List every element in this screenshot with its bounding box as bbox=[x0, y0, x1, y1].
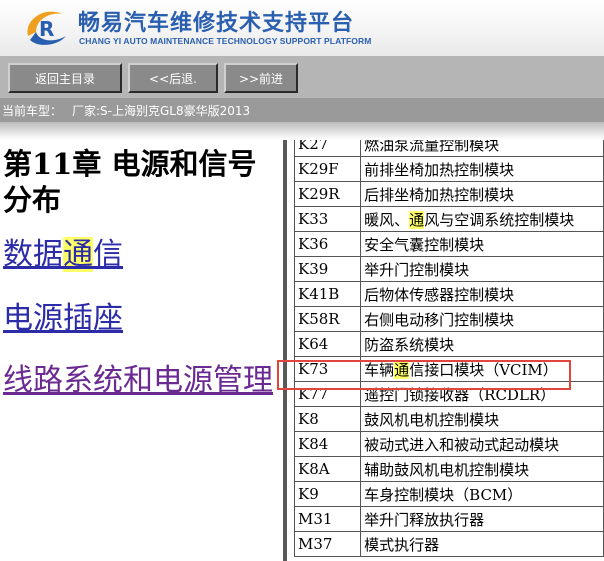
component-code: M37 bbox=[294, 531, 362, 557]
table-row: K8A 辅助鼓风机电机控制模块 bbox=[294, 456, 604, 482]
component-code: K77 bbox=[294, 381, 362, 407]
component-code: K33 bbox=[294, 206, 362, 232]
app-header: R 畅易汽车维修技术支持平台 CHANG YI AUTO MAINTENANCE… bbox=[0, 0, 604, 56]
vehicle-label: 当前车型： bbox=[2, 103, 63, 118]
table-row: K9 车身控制模块（BCM） bbox=[294, 481, 604, 507]
table-row: M31 举升门释放执行器 bbox=[294, 506, 604, 532]
component-code: K8A bbox=[294, 456, 362, 482]
component-code: K58R bbox=[294, 306, 362, 332]
table-row: K8 鼓风机电机控制模块 bbox=[294, 406, 604, 432]
component-description: 后排坐椅加热控制模块 bbox=[360, 181, 604, 207]
link-data-communication[interactable]: 数据通信 bbox=[3, 236, 281, 274]
table-row: K36 安全气囊控制模块 bbox=[294, 231, 604, 257]
table-row: K27 燃油泵流量控制模块 bbox=[294, 140, 604, 157]
component-description: 模式执行器 bbox=[360, 531, 604, 557]
table-row: K41B 后物体传感器控制模块 bbox=[294, 281, 604, 307]
table-row: K84 被动式进入和被动式起动模块 bbox=[294, 431, 604, 457]
table-row: K58R 右侧电动移门控制模块 bbox=[294, 306, 604, 332]
brand-title: 畅易汽车维修技术支持平台 bbox=[78, 11, 355, 36]
component-description: 燃油泵流量控制模块 bbox=[360, 140, 604, 157]
table-row: M37 模式执行器 bbox=[294, 531, 604, 557]
component-description: 鼓风机电机控制模块 bbox=[360, 406, 604, 432]
component-description: 举升门释放执行器 bbox=[360, 506, 604, 532]
svg-text:R: R bbox=[39, 17, 54, 41]
component-code: K27 bbox=[294, 140, 362, 157]
component-description: 遥控门锁接收器（RCDLR） bbox=[360, 381, 604, 407]
component-description: 被动式进入和被动式起动模块 bbox=[360, 431, 604, 457]
component-code: K41B bbox=[294, 281, 362, 307]
table-row: K29R 后排坐椅加热控制模块 bbox=[294, 181, 604, 207]
left-pane: 第11章 电源和信号分布 数据通信 电源插座 线路系统和电源管理 bbox=[0, 140, 283, 561]
back-button[interactable]: <<后退. bbox=[128, 63, 218, 93]
table-row: K73 车辆通信接口模块（VCIM） bbox=[294, 356, 604, 382]
component-table: K27 燃油泵流量控制模块 K29F 前排坐椅加热控制模块 K29R 后排坐椅加热控制模块… bbox=[294, 140, 604, 557]
table-row: K77 遥控门锁接收器（RCDLR） bbox=[294, 381, 604, 407]
forward-button[interactable]: >>前进 bbox=[224, 63, 298, 93]
vehicle-info-bar: 当前车型： 厂家:S-上海别克GL8豪华版2013 bbox=[0, 98, 604, 122]
component-description: 防盗系统模块 bbox=[360, 331, 604, 357]
component-description: 车身控制模块（BCM） bbox=[360, 481, 604, 507]
bar-shadow bbox=[0, 122, 604, 140]
home-button[interactable]: 返回主目录 bbox=[8, 63, 122, 93]
component-code: K29F bbox=[294, 156, 362, 182]
component-description: 辅助鼓风机电机控制模块 bbox=[360, 456, 604, 482]
right-pane: K27 燃油泵流量控制模块 K29F 前排坐椅加热控制模块 K29R 后排坐椅加热控制模块… bbox=[294, 140, 604, 561]
link-wiring-power-management[interactable]: 线路系统和电源管理 bbox=[3, 362, 281, 400]
component-code: K73 bbox=[294, 356, 362, 382]
component-description: 前排坐椅加热控制模块 bbox=[360, 156, 604, 182]
table-row: K29F 前排坐椅加热控制模块 bbox=[294, 156, 604, 182]
component-description: 后物体传感器控制模块 bbox=[360, 281, 604, 307]
component-description: 右侧电动移门控制模块 bbox=[360, 306, 604, 332]
table-row: K33 暖风、通风与空调系统控制模块 bbox=[294, 206, 604, 232]
cy-r-logo-icon: R bbox=[27, 11, 66, 45]
component-code: K64 bbox=[294, 331, 362, 357]
component-code: K84 bbox=[294, 431, 362, 457]
brand-subtitle: CHANG YI AUTO MAINTENANCE TECHNOLOGY SUP… bbox=[79, 36, 372, 46]
component-description: 举升门控制模块 bbox=[360, 256, 604, 282]
component-description: 安全气囊控制模块 bbox=[360, 231, 604, 257]
component-code: K8 bbox=[294, 406, 362, 432]
vehicle-value: 厂家:S-上海别克GL8豪华版2013 bbox=[72, 103, 251, 118]
table-row: K39 举升门控制模块 bbox=[294, 256, 604, 282]
link-power-outlet[interactable]: 电源插座 bbox=[3, 300, 281, 338]
component-code: K36 bbox=[294, 231, 362, 257]
component-description: 暖风、通风与空调系统控制模块 bbox=[360, 206, 604, 232]
table-row: K64 防盗系统模块 bbox=[294, 331, 604, 357]
component-description: 车辆通信接口模块（VCIM） bbox=[360, 356, 604, 382]
chapter-title: 第11章 电源和信号分布 bbox=[3, 147, 257, 217]
component-code: M31 bbox=[294, 506, 362, 532]
component-code: K9 bbox=[294, 481, 362, 507]
component-code: K39 bbox=[294, 256, 362, 282]
component-code: K29R bbox=[294, 181, 362, 207]
pane-divider[interactable] bbox=[283, 140, 287, 561]
